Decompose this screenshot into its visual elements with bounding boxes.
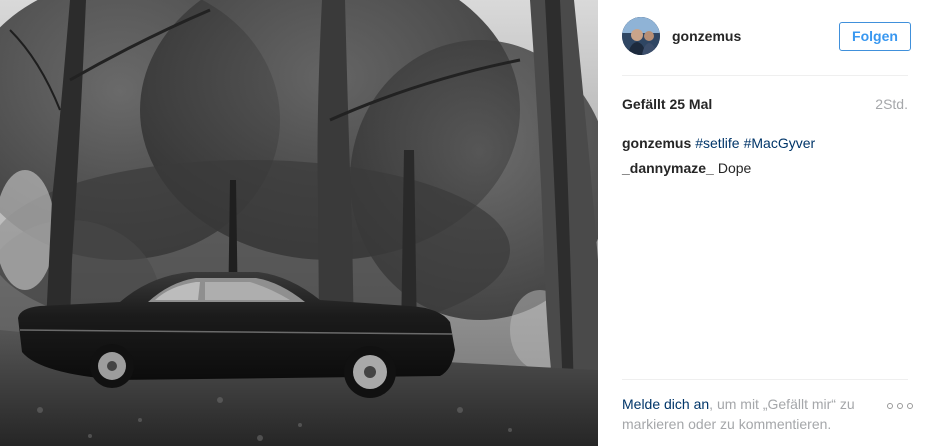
post-footer: Melde dich an, um mit „Gefällt mir“ zu m… <box>622 394 913 434</box>
post-photo[interactable] <box>0 0 598 446</box>
footer-divider <box>622 379 908 380</box>
avatar-image <box>622 17 660 55</box>
caption: gonzemus #setlife #MacGyver <box>622 134 908 152</box>
forest-car-image <box>0 0 598 446</box>
login-link[interactable]: Melde dich an <box>622 396 709 412</box>
more-options-icon[interactable] <box>887 403 913 409</box>
login-prompt: Melde dich an, um mit „Gefällt mir“ zu m… <box>622 394 872 434</box>
more-dot <box>907 403 913 409</box>
avatar[interactable] <box>622 17 660 55</box>
follow-button[interactable]: Folgen <box>839 21 911 51</box>
comment-author[interactable]: _dannymaze_ <box>622 160 714 176</box>
more-dot <box>897 403 903 409</box>
header-divider <box>622 75 908 76</box>
post-time[interactable]: 2Std. <box>875 96 908 112</box>
hashtag-setlife[interactable]: #setlife <box>695 135 739 151</box>
post-details-panel: gonzemus Folgen Gefällt 25 Mal 2Std. gon… <box>598 0 930 446</box>
caption-author[interactable]: gonzemus <box>622 135 691 151</box>
more-dot <box>887 403 893 409</box>
post-header: gonzemus Folgen <box>622 16 911 56</box>
comment-item: _dannymaze_ Dope <box>622 159 908 177</box>
hashtag-macgyver[interactable]: #MacGyver <box>744 135 816 151</box>
post-view: gonzemus Folgen Gefällt 25 Mal 2Std. gon… <box>0 0 930 446</box>
likes-count[interactable]: Gefällt 25 Mal <box>622 96 712 112</box>
username-link[interactable]: gonzemus <box>672 28 839 44</box>
comment-text: Dope <box>717 160 752 176</box>
comments-list: gonzemus #setlife #MacGyver _dannymaze_ Dop… <box>622 134 908 184</box>
post-meta: Gefällt 25 Mal 2Std. <box>622 96 908 112</box>
